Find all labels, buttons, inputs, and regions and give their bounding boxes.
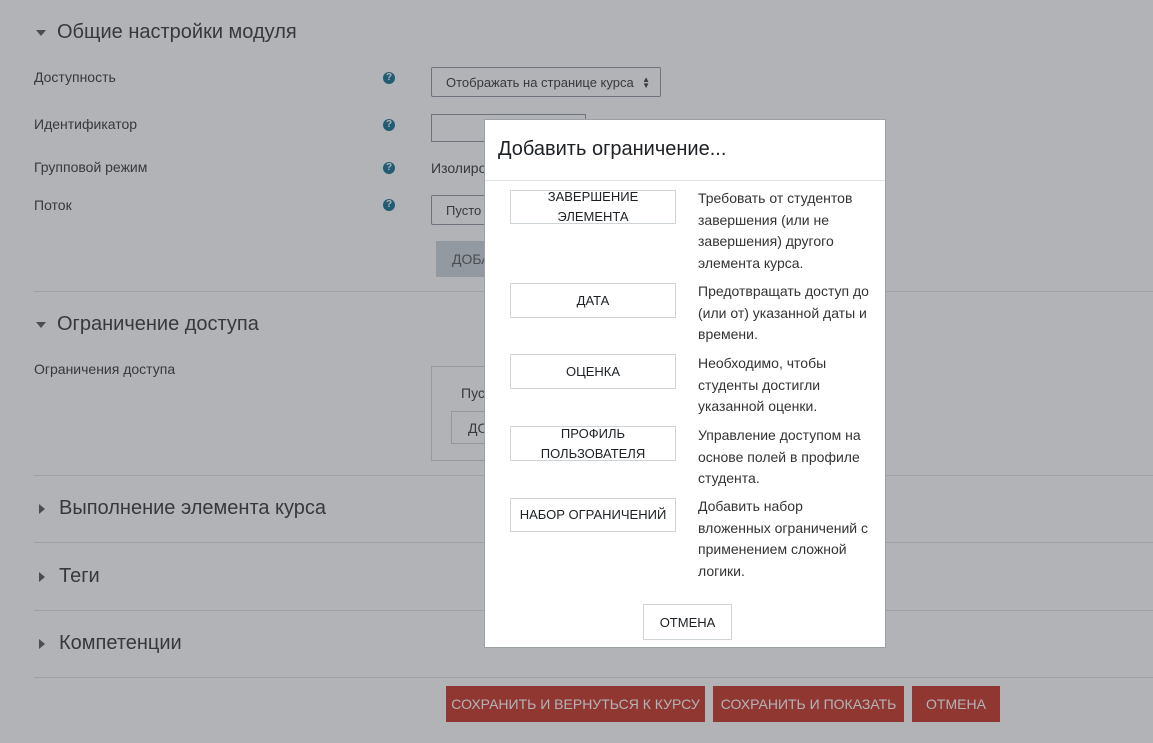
restriction-set-button[interactable]: НАБОР ОГРАНИЧЕНИЙ [510,498,676,532]
dialog-cancel-button[interactable]: ОТМЕНА [643,604,732,640]
dialog-title: Добавить ограничение... [498,138,727,160]
restriction-grade-button[interactable]: ОЦЕНКА [510,354,676,389]
dialog-header: Добавить ограничение... [485,120,885,181]
restriction-activity-completion-button[interactable]: ЗАВЕРШЕНИЕ ЭЛЕМЕНТА [510,189,676,224]
restriction-set-description: Добавить набор вложенных ограничений с п… [698,498,868,579]
add-restriction-dialog: Добавить ограничение... ЗАВЕРШЕНИЕ ЭЛЕМЕ… [484,119,886,648]
restriction-date-description: Предотвращать доступ до (или от) указанн… [698,283,869,342]
restriction-date-button[interactable]: ДАТА [510,283,676,318]
restriction-user-profile-description: Управление доступом на основе полей в пр… [698,427,861,486]
restriction-activity-completion-description: Требовать от студентов завершения (или н… [698,190,853,271]
restriction-user-profile-button[interactable]: ПРОФИЛЬ ПОЛЬЗОВАТЕЛЯ [510,426,676,461]
restriction-grade-description: Необходимо, чтобы студенты достигли указ… [698,355,827,414]
